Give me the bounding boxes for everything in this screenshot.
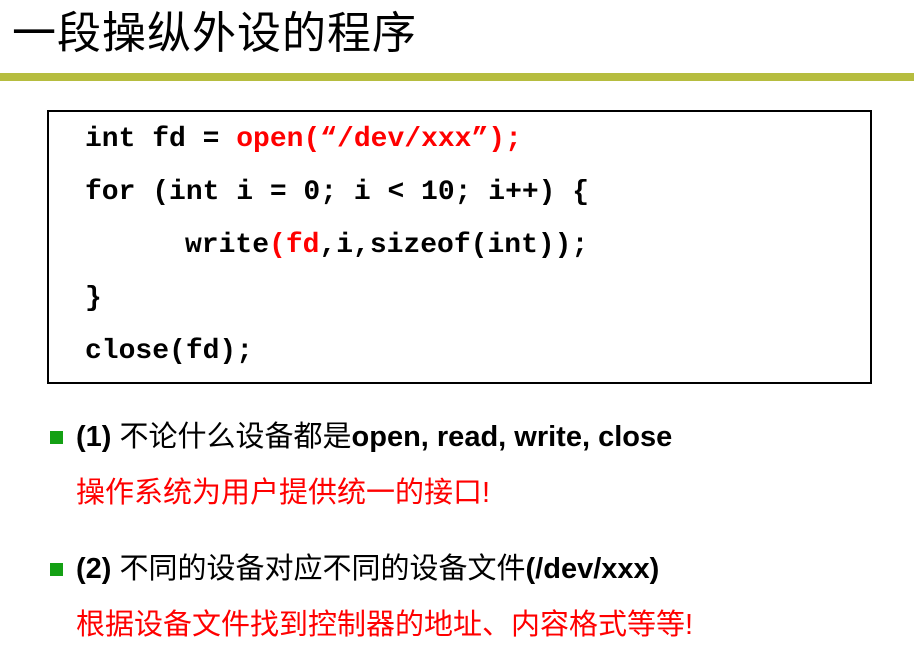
code-line-open: int fd = open(“/dev/xxx”); [85,122,522,158]
code-line-write: write(fd,i,sizeof(int)); [185,228,588,264]
code-line-open-call: open(“/dev/xxx”); [236,124,522,155]
point-1-subtext: 操作系统为用户提供统一的接口! [76,477,491,509]
title-divider [0,73,914,81]
code-block: int fd = open(“/dev/xxx”); for (int i = … [47,110,872,384]
point-1: (1) 不论什么设备都是open, read, write, close [76,417,672,457]
bullet-square-icon [50,563,63,576]
point-1-keywords: open, read, write, close [351,421,673,453]
code-line-write-func: write [185,230,270,261]
code-line-write-fd: (fd [269,230,320,261]
point-2: (2) 不同的设备对应不同的设备文件(/dev/xxx) [76,549,659,589]
code-line-write-args: ,i,sizeof(int)); [319,230,589,261]
point-2-path: (/dev/xxx) [525,553,660,585]
point-2-number: (2) [76,553,112,585]
point-1-text: 不论什么设备都是 [111,421,352,453]
point-2-subtext: 根据设备文件找到控制器的地址、内容格式等等! [76,609,694,641]
code-line-open-prefix: int fd = [85,124,237,155]
code-line-close-brace: } [85,283,102,314]
code-line-for: for (int i = 0; i < 10; i++) { [85,177,590,208]
point-2-text: 不同的设备对应不同的设备文件 [111,553,526,585]
point-1-number: (1) [76,421,112,453]
code-line-close: close(fd); [85,336,254,367]
bullet-square-icon [50,431,63,444]
slide-title: 一段操纵外设的程序 [12,8,417,59]
